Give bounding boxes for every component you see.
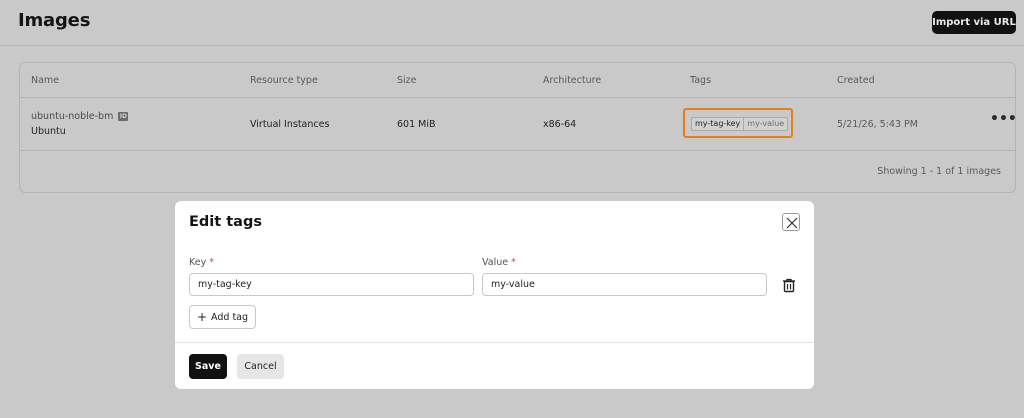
required-marker: * [511, 257, 516, 268]
more-icon[interactable]: ••• [990, 112, 1017, 126]
page-title: Images [18, 10, 91, 31]
page-header: Images Import via URL [0, 0, 1024, 46]
tag-key-input[interactable] [189, 273, 474, 296]
image-os-name: Ubuntu [31, 126, 66, 137]
tag-badge-key: my-tag-key [692, 118, 745, 130]
import-via-url-button[interactable]: Import via URL [932, 11, 1016, 34]
column-header-resource-type[interactable]: Resource type [250, 75, 318, 86]
close-icon [786, 217, 798, 229]
plus-icon: + [196, 310, 208, 324]
table-row[interactable]: ubuntu-noble-bm ID Ubuntu Virtual Instan… [20, 98, 1017, 151]
dialog-footer: Save Cancel [175, 342, 814, 389]
cancel-button[interactable]: Cancel [237, 354, 284, 379]
add-tag-label: Add tag [211, 311, 249, 323]
required-marker: * [209, 257, 215, 268]
value-label-text: Value [482, 257, 509, 268]
tag-badge[interactable]: my-tag-key my-value [691, 117, 789, 131]
column-header-created[interactable]: Created [837, 75, 875, 86]
tag-badge-value: my-value [747, 119, 785, 128]
resource-type-cell: Virtual Instances [250, 119, 330, 130]
column-header-architecture[interactable]: Architecture [543, 75, 601, 86]
delete-tag-button[interactable] [781, 277, 797, 293]
value-label: Value * [482, 257, 516, 268]
trash-icon [783, 278, 795, 293]
save-button[interactable]: Save [189, 354, 227, 379]
column-header-tags[interactable]: Tags [690, 75, 711, 86]
image-name[interactable]: ubuntu-noble-bm [31, 111, 113, 122]
column-header-size[interactable]: Size [397, 75, 417, 86]
images-table: Name Resource type Size Architecture Tag… [19, 62, 1017, 193]
tags-cell-highlight[interactable]: my-tag-key my-value [683, 108, 793, 138]
edit-tags-dialog: Edit tags Key * Value * my-tag-key my-va… [175, 201, 814, 389]
key-label: Key * [189, 257, 214, 268]
table-header: Name Resource type Size Architecture Tag… [20, 63, 1015, 98]
pagination-summary: Showing 1 - 1 of 1 images [877, 166, 1001, 177]
dialog-title: Edit tags [189, 214, 262, 230]
add-tag-button[interactable]: + Add tag [189, 305, 256, 329]
id-badge-icon[interactable]: ID [118, 112, 129, 121]
tag-value-input[interactable] [482, 273, 767, 296]
image-name-cell: ubuntu-noble-bm ID [31, 111, 129, 122]
key-label-text: Key [189, 257, 207, 268]
size-cell: 601 MiB [397, 119, 436, 130]
column-header-name[interactable]: Name [31, 75, 59, 86]
architecture-cell: x86-64 [543, 119, 577, 130]
close-button[interactable] [782, 213, 800, 231]
created-cell: 5/21/26, 5:43 PM [837, 119, 918, 130]
images-page: Images Import via URL Name Resource type… [0, 0, 1024, 418]
